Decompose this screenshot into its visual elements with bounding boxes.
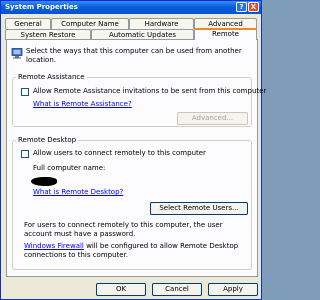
allow-remote-connections-checkbox[interactable] <box>21 150 29 158</box>
tab-general[interactable]: General <box>5 18 51 29</box>
password-note: For users to connect remotely to this co… <box>24 221 223 238</box>
what-is-remote-desktop-link[interactable]: What is Remote Desktop? <box>33 188 123 197</box>
intro-text: Select the ways that this computer can b… <box>26 47 242 64</box>
help-button[interactable]: ? <box>236 2 247 12</box>
tab-computer-name[interactable]: Computer Name <box>51 18 129 29</box>
advanced-button[interactable]: Advanced... <box>177 112 248 125</box>
full-computer-name-label: Full computer name: <box>33 164 106 172</box>
apply-button[interactable]: Apply <box>208 283 258 296</box>
windows-firewall-link[interactable]: Windows Firewall <box>24 242 84 250</box>
allow-remote-assistance-label[interactable]: Allow Remote Assistance invitations to b… <box>33 87 266 96</box>
remote-desktop-group-label: Remote Desktop <box>16 136 79 144</box>
close-button[interactable]: X <box>248 2 259 12</box>
allow-remote-assistance-checkbox[interactable] <box>21 88 29 96</box>
remote-assistance-group-label: Remote Assistance <box>16 73 87 81</box>
system-properties-window: System Properties ? X General Computer N… <box>0 0 266 300</box>
allow-remote-connections-label[interactable]: Allow users to connect remotely to this … <box>33 149 206 158</box>
title-bar[interactable]: System Properties ? X <box>1 1 261 14</box>
computer-icon <box>11 48 23 59</box>
tab-hardware[interactable]: Hardware <box>129 18 194 29</box>
redacted-computer-name <box>31 177 57 186</box>
what-is-remote-assistance-link[interactable]: What is Remote Assistance? <box>33 100 132 109</box>
cancel-button[interactable]: Cancel <box>152 283 202 296</box>
select-remote-users-button[interactable]: Select Remote Users... <box>150 202 248 215</box>
tab-remote[interactable]: Remote <box>194 28 257 40</box>
window-title: System Properties <box>5 3 78 11</box>
firewall-note: Windows Firewall will be configured to a… <box>24 242 250 260</box>
ok-button[interactable]: OK <box>96 283 146 296</box>
